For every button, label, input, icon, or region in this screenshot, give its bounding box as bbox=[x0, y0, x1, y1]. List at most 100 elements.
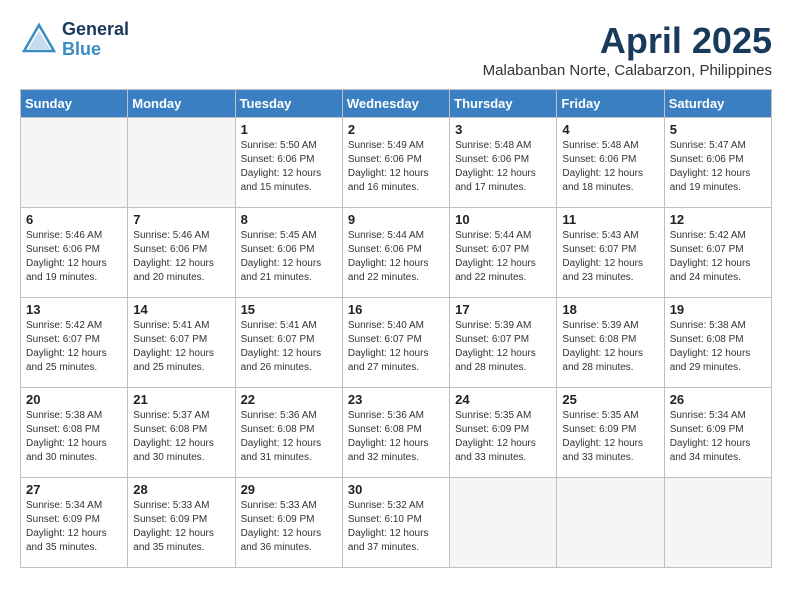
day-info: Sunrise: 5:36 AM Sunset: 6:08 PM Dayligh… bbox=[241, 409, 337, 465]
calendar-cell: 28 Sunrise: 5:33 AM Sunset: 6:09 PM Dayli… bbox=[128, 478, 235, 568]
calendar-cell: 10Sunrise: 5:44 AM Sunset: 6:07 PM Dayli… bbox=[450, 208, 557, 298]
calendar-cell bbox=[450, 478, 557, 568]
day-number: 28 bbox=[133, 482, 229, 497]
calendar-cell: 6 Sunrise: 5:46 AM Sunset: 6:06 PM Daylig… bbox=[21, 208, 128, 298]
day-number: 21 bbox=[133, 392, 229, 407]
page-header: General Blue April 2025 Malabanban Norte… bbox=[20, 20, 772, 79]
calendar-cell: 9 Sunrise: 5:44 AM Sunset: 6:06 PM Daylig… bbox=[342, 208, 449, 298]
day-info: Sunrise: 5:46 AM Sunset: 6:06 PM Dayligh… bbox=[26, 229, 122, 285]
col-friday: Friday bbox=[557, 90, 664, 118]
calendar-cell: 26 Sunrise: 5:34 AM Sunset: 6:09 PM Dayli… bbox=[664, 388, 771, 478]
calendar-cell: 1Sunrise: 5:50 AM Sunset: 6:06 PM Daylig… bbox=[235, 118, 342, 208]
day-number: 7 bbox=[133, 212, 229, 227]
day-number: 14 bbox=[133, 302, 229, 317]
day-number: 13 bbox=[26, 302, 122, 317]
calendar-cell: 19 Sunrise: 5:38 AM Sunset: 6:08 PM Dayli… bbox=[664, 298, 771, 388]
calendar-week-3: 13 Sunrise: 5:42 AM Sunset: 6:07 PM Dayli… bbox=[21, 298, 772, 388]
day-number: 10 bbox=[455, 212, 551, 227]
day-info: Sunrise: 5:35 AM Sunset: 6:09 PM Dayligh… bbox=[455, 409, 551, 465]
calendar-week-2: 6 Sunrise: 5:46 AM Sunset: 6:06 PM Daylig… bbox=[21, 208, 772, 298]
logo-icon bbox=[20, 21, 58, 59]
day-number: 24 bbox=[455, 392, 551, 407]
day-info: Sunrise: 5:46 AM Sunset: 6:06 PM Dayligh… bbox=[133, 229, 229, 285]
calendar-cell: 7 Sunrise: 5:46 AM Sunset: 6:06 PM Daylig… bbox=[128, 208, 235, 298]
day-info: Sunrise: 5:43 AM Sunset: 6:07 PM Dayligh… bbox=[562, 229, 658, 285]
day-number: 20 bbox=[26, 392, 122, 407]
calendar-cell: 12 Sunrise: 5:42 AM Sunset: 6:07 PM Dayli… bbox=[664, 208, 771, 298]
day-number: 12 bbox=[670, 212, 766, 227]
calendar-cell: 22 Sunrise: 5:36 AM Sunset: 6:08 PM Dayli… bbox=[235, 388, 342, 478]
day-info: Sunrise: 5:32 AM Sunset: 6:10 PM Dayligh… bbox=[348, 499, 444, 555]
calendar-week-1: 1Sunrise: 5:50 AM Sunset: 6:06 PM Daylig… bbox=[21, 118, 772, 208]
day-info: Sunrise: 5:34 AM Sunset: 6:09 PM Dayligh… bbox=[26, 499, 122, 555]
day-number: 18 bbox=[562, 302, 658, 317]
calendar-cell: 24 Sunrise: 5:35 AM Sunset: 6:09 PM Dayli… bbox=[450, 388, 557, 478]
day-number: 16 bbox=[348, 302, 444, 317]
calendar-cell bbox=[557, 478, 664, 568]
col-monday: Monday bbox=[128, 90, 235, 118]
day-number: 22 bbox=[241, 392, 337, 407]
calendar-cell: 11 Sunrise: 5:43 AM Sunset: 6:07 PM Dayli… bbox=[557, 208, 664, 298]
title-area: April 2025 Malabanban Norte, Calabarzon,… bbox=[483, 20, 772, 79]
day-info: Sunrise: 5:33 AM Sunset: 6:09 PM Dayligh… bbox=[241, 499, 337, 555]
day-info: Sunrise: 5:36 AM Sunset: 6:08 PM Dayligh… bbox=[348, 409, 444, 465]
day-number: 27 bbox=[26, 482, 122, 497]
logo-text: General Blue bbox=[62, 20, 129, 60]
day-info: Sunrise: 5:48 AM Sunset: 6:06 PM Dayligh… bbox=[455, 139, 551, 195]
day-info: Sunrise: 5:38 AM Sunset: 6:08 PM Dayligh… bbox=[670, 319, 766, 375]
col-wednesday: Wednesday bbox=[342, 90, 449, 118]
logo: General Blue bbox=[20, 20, 129, 60]
calendar-cell bbox=[664, 478, 771, 568]
day-number: 29 bbox=[241, 482, 337, 497]
day-info: Sunrise: 5:39 AM Sunset: 6:08 PM Dayligh… bbox=[562, 319, 658, 375]
day-info: Sunrise: 5:34 AM Sunset: 6:09 PM Dayligh… bbox=[670, 409, 766, 465]
calendar-cell: 14 Sunrise: 5:41 AM Sunset: 6:07 PM Dayli… bbox=[128, 298, 235, 388]
calendar-cell bbox=[128, 118, 235, 208]
day-number: 4 bbox=[562, 122, 658, 137]
col-sunday: Sunday bbox=[21, 90, 128, 118]
day-number: 2 bbox=[348, 122, 444, 137]
calendar-cell: 29 Sunrise: 5:33 AM Sunset: 6:09 PM Dayli… bbox=[235, 478, 342, 568]
day-info: Sunrise: 5:38 AM Sunset: 6:08 PM Dayligh… bbox=[26, 409, 122, 465]
day-info: Sunrise: 5:47 AM Sunset: 6:06 PM Dayligh… bbox=[670, 139, 766, 195]
day-info: Sunrise: 5:42 AM Sunset: 6:07 PM Dayligh… bbox=[670, 229, 766, 285]
day-number: 1 bbox=[241, 122, 337, 137]
day-number: 19 bbox=[670, 302, 766, 317]
day-info: Sunrise: 5:49 AM Sunset: 6:06 PM Dayligh… bbox=[348, 139, 444, 195]
calendar-cell: 20 Sunrise: 5:38 AM Sunset: 6:08 PM Dayli… bbox=[21, 388, 128, 478]
calendar-cell: 15 Sunrise: 5:41 AM Sunset: 6:07 PM Dayli… bbox=[235, 298, 342, 388]
day-info: Sunrise: 5:42 AM Sunset: 6:07 PM Dayligh… bbox=[26, 319, 122, 375]
day-info: Sunrise: 5:37 AM Sunset: 6:08 PM Dayligh… bbox=[133, 409, 229, 465]
day-info: Sunrise: 5:41 AM Sunset: 6:07 PM Dayligh… bbox=[241, 319, 337, 375]
calendar-cell: 30 Sunrise: 5:32 AM Sunset: 6:10 PM Dayli… bbox=[342, 478, 449, 568]
calendar-cell: 16Sunrise: 5:40 AM Sunset: 6:07 PM Dayli… bbox=[342, 298, 449, 388]
day-info: Sunrise: 5:39 AM Sunset: 6:07 PM Dayligh… bbox=[455, 319, 551, 375]
calendar-cell: 4Sunrise: 5:48 AM Sunset: 6:06 PM Daylig… bbox=[557, 118, 664, 208]
col-tuesday: Tuesday bbox=[235, 90, 342, 118]
calendar-week-4: 20 Sunrise: 5:38 AM Sunset: 6:08 PM Dayli… bbox=[21, 388, 772, 478]
day-number: 11 bbox=[562, 212, 658, 227]
day-number: 8 bbox=[241, 212, 337, 227]
col-thursday: Thursday bbox=[450, 90, 557, 118]
day-number: 3 bbox=[455, 122, 551, 137]
location-title: Malabanban Norte, Calabarzon, Philippine… bbox=[483, 62, 772, 79]
calendar-table: Sunday Monday Tuesday Wednesday Thursday… bbox=[20, 89, 772, 568]
month-title: April 2025 bbox=[483, 20, 772, 62]
col-saturday: Saturday bbox=[664, 90, 771, 118]
day-number: 25 bbox=[562, 392, 658, 407]
calendar-cell: 23Sunrise: 5:36 AM Sunset: 6:08 PM Dayli… bbox=[342, 388, 449, 478]
day-number: 6 bbox=[26, 212, 122, 227]
calendar-cell: 13 Sunrise: 5:42 AM Sunset: 6:07 PM Dayli… bbox=[21, 298, 128, 388]
calendar-cell: 8Sunrise: 5:45 AM Sunset: 6:06 PM Daylig… bbox=[235, 208, 342, 298]
day-number: 9 bbox=[348, 212, 444, 227]
calendar-cell: 27 Sunrise: 5:34 AM Sunset: 6:09 PM Dayli… bbox=[21, 478, 128, 568]
day-number: 26 bbox=[670, 392, 766, 407]
day-info: Sunrise: 5:44 AM Sunset: 6:06 PM Dayligh… bbox=[348, 229, 444, 285]
calendar-week-5: 27 Sunrise: 5:34 AM Sunset: 6:09 PM Dayli… bbox=[21, 478, 772, 568]
calendar-cell: 18 Sunrise: 5:39 AM Sunset: 6:08 PM Dayli… bbox=[557, 298, 664, 388]
day-info: Sunrise: 5:33 AM Sunset: 6:09 PM Dayligh… bbox=[133, 499, 229, 555]
day-info: Sunrise: 5:41 AM Sunset: 6:07 PM Dayligh… bbox=[133, 319, 229, 375]
day-number: 15 bbox=[241, 302, 337, 317]
calendar-cell: 3 Sunrise: 5:48 AM Sunset: 6:06 PM Daylig… bbox=[450, 118, 557, 208]
day-number: 30 bbox=[348, 482, 444, 497]
